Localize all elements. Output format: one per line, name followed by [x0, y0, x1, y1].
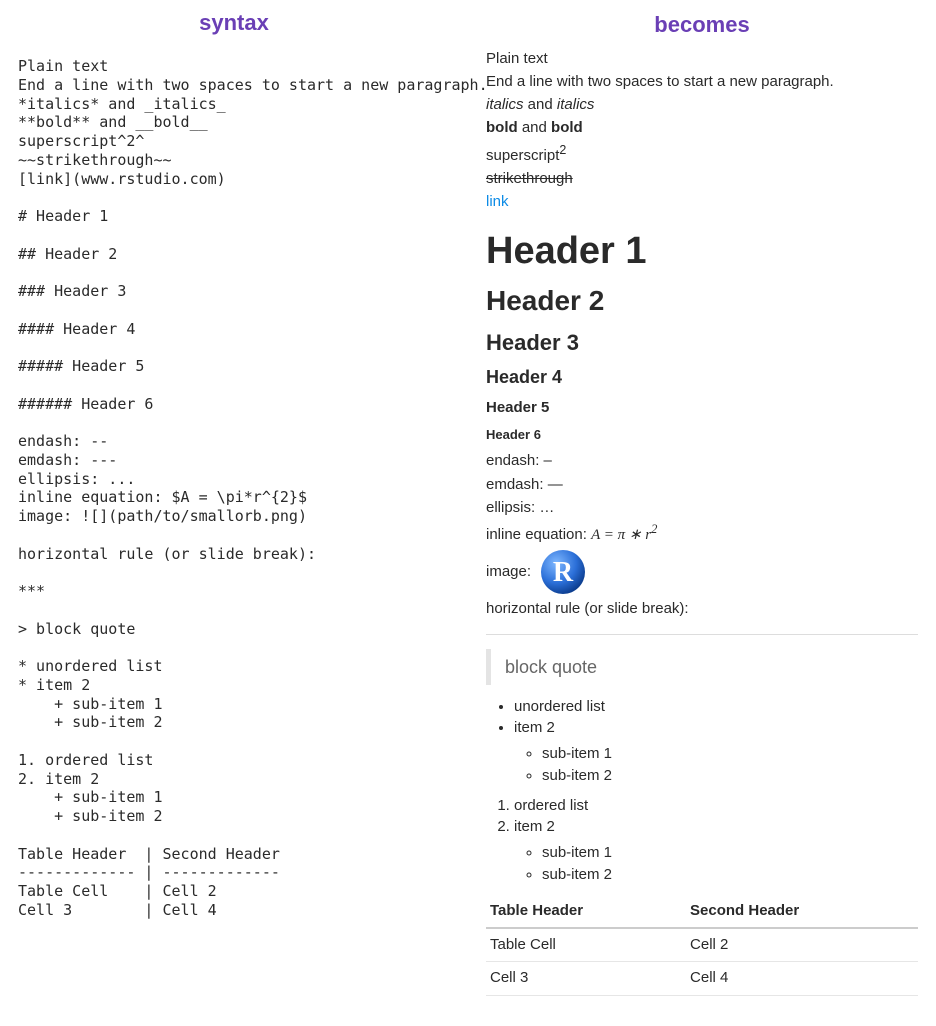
header-4: Header 4: [486, 365, 918, 389]
italics-word-1: italics: [486, 96, 524, 113]
superscript-exponent: 2: [559, 143, 566, 157]
table-cell: Table Cell: [486, 928, 686, 962]
italics-word-2: italics: [557, 96, 595, 113]
table-cell: Cell 3: [486, 962, 686, 995]
header-6: Header 6: [486, 426, 918, 444]
table-header: Second Header: [686, 895, 918, 928]
link-line: link: [486, 192, 918, 212]
link[interactable]: link: [486, 193, 509, 210]
ordered-sublist: sub-item 1 sub-item 2: [514, 843, 918, 885]
two-column-layout: syntax Plain text End a line with two sp…: [0, 0, 936, 1014]
list-item: sub-item 2: [542, 865, 918, 885]
unordered-sublist: sub-item 1 sub-item 2: [514, 744, 918, 786]
header-1: Header 1: [486, 226, 918, 277]
header-2: Header 2: [486, 282, 918, 320]
blockquote: block quote: [486, 649, 918, 685]
bold-word-1: bold: [486, 119, 518, 136]
unordered-list: unordered list item 2 sub-item 1 sub-ite…: [486, 697, 918, 786]
table-row: Cell 3 Cell 4: [486, 962, 918, 995]
emdash-line: emdash: —: [486, 475, 918, 495]
inline-equation-line: inline equation: A = π ∗ r2: [486, 521, 918, 545]
horizontal-rule: [486, 634, 918, 635]
list-item: item 2 sub-item 1 sub-item 2: [514, 817, 918, 885]
header-5: Header 5: [486, 398, 918, 418]
equation: A = π ∗ r2: [591, 527, 657, 543]
syntax-title: syntax: [18, 0, 450, 42]
plain-text-line-2: End a line with two spaces to start a ne…: [486, 72, 918, 92]
bold-line: bold and bold: [486, 118, 918, 138]
image-line: image: R: [486, 548, 918, 596]
rendered-table: Table Header Second Header Table Cell Ce…: [486, 895, 918, 996]
bold-word-2: bold: [551, 119, 583, 136]
list-item: unordered list: [514, 697, 918, 717]
ordered-list: ordered list item 2 sub-item 1 sub-item …: [486, 796, 918, 885]
table-cell: Cell 2: [686, 928, 918, 962]
list-item: item 2 sub-item 1 sub-item 2: [514, 718, 918, 786]
syntax-column: syntax Plain text End a line with two sp…: [0, 0, 468, 1014]
rendered-column: becomes Plain text End a line with two s…: [468, 0, 936, 1014]
list-item: sub-item 1: [542, 843, 918, 863]
ellipsis-line: ellipsis: …: [486, 498, 918, 518]
list-item: ordered list: [514, 796, 918, 816]
syntax-code-block: Plain text End a line with two spaces to…: [18, 57, 450, 920]
table-cell: Cell 4: [686, 962, 918, 995]
svg-text:R: R: [553, 557, 574, 588]
strikethrough-line: strikethrough: [486, 169, 918, 189]
list-item: sub-item 2: [542, 766, 918, 786]
rendered-title: becomes: [486, 0, 918, 46]
hr-label-line: horizontal rule (or slide break):: [486, 599, 918, 619]
table-header: Table Header: [486, 895, 686, 928]
r-logo-icon: R: [539, 548, 587, 596]
plain-text-line-1: Plain text: [486, 49, 918, 69]
italics-line: italics and italics: [486, 95, 918, 115]
superscript-line: superscript2: [486, 142, 918, 166]
endash-line: endash: –: [486, 451, 918, 471]
header-3: Header 3: [486, 328, 918, 358]
list-item: sub-item 1: [542, 744, 918, 764]
table-row: Table Cell Cell 2: [486, 928, 918, 962]
